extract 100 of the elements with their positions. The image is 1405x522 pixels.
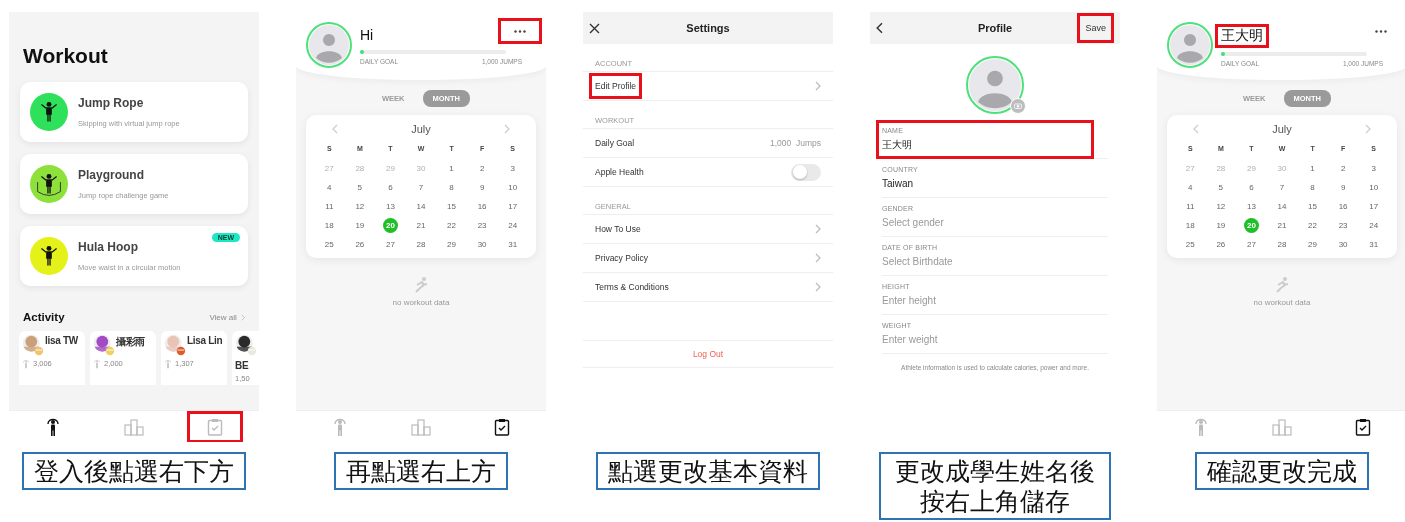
calendar-day[interactable]: 22 — [444, 218, 460, 233]
more-button[interactable] — [498, 18, 542, 44]
jumping-figure-icon — [1274, 276, 1290, 294]
calendar-day[interactable]: 11 — [321, 199, 337, 214]
calendar-day[interactable]: 13 — [1243, 199, 1259, 214]
step-caption: 點選更改基本資料 — [596, 452, 820, 490]
calendar-day[interactable]: 26 — [1213, 237, 1229, 252]
calendar-day[interactable]: 18 — [1182, 218, 1198, 233]
calendar-day[interactable]: 16 — [474, 199, 490, 214]
calendar-day[interactable]: 19 — [1213, 218, 1229, 233]
calendar-day[interactable]: 31 — [1366, 237, 1382, 252]
calendar-day[interactable]: 17 — [505, 199, 521, 214]
calendar-day[interactable]: 24 — [1366, 218, 1382, 233]
row-label: Edit Profile — [589, 73, 643, 99]
calendar-day[interactable]: 8 — [1305, 180, 1321, 195]
step-caption: 登入後點選右下方 — [22, 452, 246, 490]
calendar-day[interactable]: 25 — [321, 237, 337, 252]
toggle-switch[interactable] — [791, 163, 821, 181]
calendar-day[interactable]: 27 — [1243, 237, 1259, 252]
jumping-figure-icon — [164, 359, 172, 369]
calendar-day[interactable]: 21 — [413, 218, 429, 233]
avatar-icon — [969, 59, 1021, 111]
input-field[interactable]: Select Birthdate — [882, 255, 1082, 268]
calendar-day[interactable]: 12 — [352, 199, 368, 214]
calendar-day[interactable]: 30 — [474, 237, 490, 252]
workout-name: Playground — [78, 168, 145, 182]
more-icon — [514, 29, 526, 33]
row-label: Daily Goal — [594, 137, 636, 150]
calendar-day[interactable]: 2 — [474, 161, 490, 176]
calendar-day[interactable]: 28 — [1274, 237, 1290, 252]
calendar-day[interactable]: 4 — [1182, 180, 1198, 195]
calendar-day[interactable]: 9 — [1335, 180, 1351, 195]
calendar-day[interactable]: 27 — [382, 237, 398, 252]
input-field[interactable]: Taiwan — [882, 177, 1082, 190]
avatar-icon — [309, 25, 349, 65]
calendar-day[interactable]: 11 — [1182, 199, 1198, 214]
calendar-day[interactable]: 6 — [382, 180, 398, 195]
input-field[interactable]: Enter height — [882, 294, 1082, 307]
chevron-right-icon — [815, 282, 821, 292]
calendar-day[interactable]: 6 — [1243, 180, 1259, 195]
calendar-day[interactable]: 8 — [444, 180, 460, 195]
calendar-day[interactable]: 22 — [1305, 218, 1321, 233]
calendar-day[interactable]: 29 — [1305, 237, 1321, 252]
calendar-day[interactable]: 9 — [474, 180, 490, 195]
calendar-day[interactable]: 17 — [1366, 199, 1382, 214]
user-name: 王大明 — [1215, 24, 1269, 48]
calendar-day[interactable]: 16 — [1335, 199, 1351, 214]
calendar-day[interactable]: 13 — [382, 199, 398, 214]
person-name: lisa TW — [45, 335, 78, 348]
calendar-day[interactable]: 30 — [1335, 237, 1351, 252]
input-field[interactable]: Select gender — [882, 216, 1082, 229]
calendar-day[interactable]: 7 — [413, 180, 429, 195]
calendar-day[interactable]: 18 — [321, 218, 337, 233]
previous-month-icon — [1193, 124, 1199, 134]
calendar-day[interactable]: 2 — [1335, 161, 1351, 176]
calendar-day[interactable]: 15 — [444, 199, 460, 214]
calendar-day[interactable]: 5 — [352, 180, 368, 195]
calendar-day[interactable]: 25 — [1182, 237, 1198, 252]
calendar-day[interactable]: 14 — [413, 199, 429, 214]
screen-title: Profile — [976, 22, 1014, 34]
clipboard-check-icon — [206, 417, 223, 436]
calendar-day[interactable]: 1 — [444, 161, 460, 176]
camera-icon[interactable] — [1010, 98, 1026, 114]
calendar-day[interactable]: 23 — [474, 218, 490, 233]
log-out-button[interactable]: Log Out — [583, 340, 833, 368]
calendar-day[interactable]: 14 — [1274, 199, 1290, 214]
chevron-right-icon — [815, 81, 821, 91]
calendar-day[interactable]: 15 — [1305, 199, 1321, 214]
previous-month-icon — [332, 124, 338, 134]
screen-title: Settings — [685, 22, 731, 34]
jumping-figure-icon — [1193, 416, 1210, 437]
calendar-day[interactable]: 19 — [352, 218, 368, 233]
chevron-right-icon — [815, 224, 821, 234]
jumping-figure-icon — [45, 416, 62, 437]
calendar-day[interactable]: 21 — [1274, 218, 1290, 233]
calendar-day[interactable]: 5 — [1213, 180, 1229, 195]
user-name: Hi — [359, 26, 375, 45]
view-all-link[interactable]: View all — [209, 312, 245, 322]
calendar-day[interactable]: 10 — [1366, 180, 1382, 195]
calendar-day[interactable]: 4 — [321, 180, 337, 195]
calendar-day[interactable]: 28 — [413, 237, 429, 252]
row-label: Privacy Policy — [594, 252, 649, 265]
month-label: July — [411, 123, 431, 135]
settings-row[interactable]: Edit Profile — [583, 71, 833, 100]
calendar-day[interactable]: 29 — [444, 237, 460, 252]
calendar-day[interactable]: 24 — [505, 218, 521, 233]
calendar-day[interactable]: 12 — [1213, 199, 1229, 214]
input-field[interactable]: 王大明 — [882, 138, 1082, 151]
calendar-day[interactable]: 23 — [1335, 218, 1351, 233]
empty-message: no workout data — [1253, 298, 1311, 307]
input-field[interactable]: Enter weight — [882, 333, 1082, 346]
calendar-day[interactable]: 7 — [1274, 180, 1290, 195]
empty-message: no workout data — [392, 298, 450, 307]
calendar-day[interactable]: 3 — [1366, 161, 1382, 176]
calendar-day[interactable]: 10 — [505, 180, 521, 195]
calendar-day[interactable]: 3 — [505, 161, 521, 176]
calendar-day[interactable]: 1 — [1305, 161, 1321, 176]
calendar-day[interactable]: 26 — [352, 237, 368, 252]
calendar-day[interactable]: 31 — [505, 237, 521, 252]
save-button[interactable]: Save — [1077, 13, 1114, 43]
